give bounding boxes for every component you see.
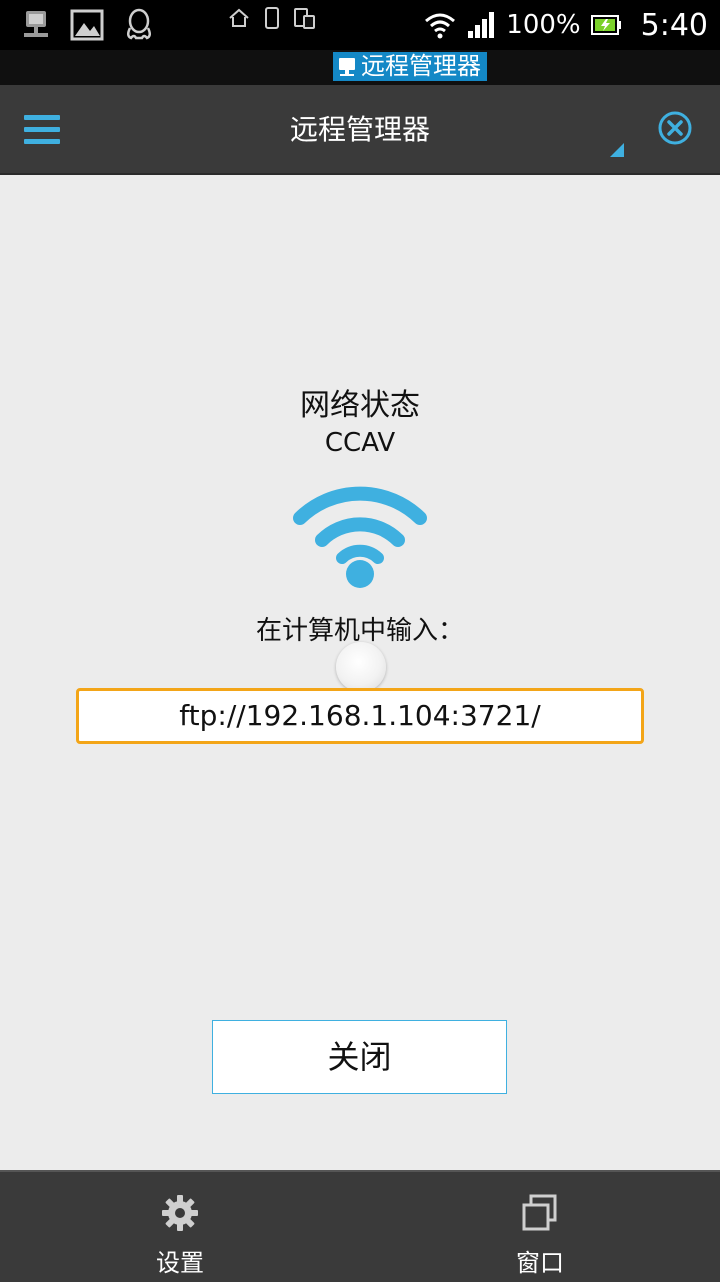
windows-label: 窗口 — [516, 1249, 564, 1277]
phone-icon[interactable] — [264, 6, 280, 29]
ftp-address-field[interactable]: ftp://192.168.1.104:3721/ — [76, 688, 644, 744]
close-button[interactable]: 关闭 — [212, 1020, 507, 1094]
settings-label: 设置 — [156, 1249, 204, 1277]
wifi-signal-icon — [425, 13, 456, 39]
image-icon — [70, 9, 104, 41]
battery-percent: 100% — [506, 10, 581, 40]
clock: 5:40 — [640, 7, 708, 43]
task-strip-icons — [228, 4, 316, 31]
cell-signal-icon — [468, 12, 495, 38]
network-status-label: 网络状态 — [300, 388, 420, 423]
status-icons-left — [22, 8, 154, 42]
windows-button[interactable]: 窗口 — [470, 1193, 610, 1278]
status-icons-right: 100% 5:40 — [424, 0, 708, 50]
task-active-label: 远程管理器 — [361, 52, 481, 80]
page-title: 远程管理器 — [289, 113, 430, 146]
windows-icon — [522, 1194, 557, 1231]
home-icon[interactable] — [228, 7, 250, 29]
battery-icon — [590, 15, 621, 35]
wifi-icon — [293, 486, 427, 588]
gear-icon — [162, 1195, 198, 1231]
network-share-icon — [24, 11, 48, 37]
floating-touch-ball[interactable] — [336, 642, 386, 692]
remote-manager-icon — [339, 57, 355, 76]
settings-button[interactable]: 设置 — [110, 1193, 250, 1278]
close-circle-icon[interactable] — [658, 111, 692, 145]
qq-icon — [127, 8, 151, 40]
devices-icon[interactable] — [294, 7, 316, 29]
task-active-remote-manager[interactable]: 远程管理器 — [333, 52, 487, 81]
bottom-nav — [0, 1170, 720, 1282]
overflow-indicator[interactable] — [610, 143, 624, 157]
network-name: CCAV — [324, 428, 396, 458]
